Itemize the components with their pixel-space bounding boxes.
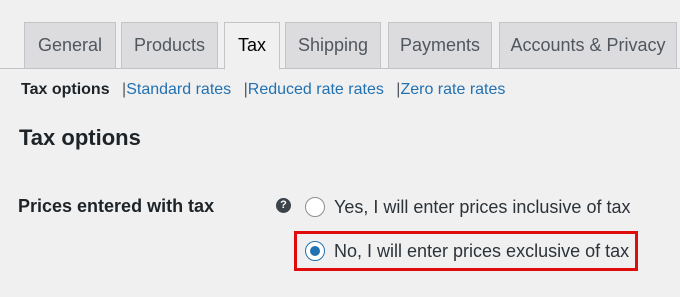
tab-tax[interactable]: Tax: [224, 22, 280, 70]
subnav-current-tax-options: Tax options: [21, 81, 110, 98]
tab-payments[interactable]: Payments: [388, 22, 492, 68]
tab-products[interactable]: Products: [121, 22, 218, 68]
tab-shipping[interactable]: Shipping: [285, 22, 381, 68]
radio-button-inclusive[interactable]: [305, 197, 325, 217]
radio-label-inclusive[interactable]: Yes, I will enter prices inclusive of ta…: [334, 196, 630, 218]
settings-tab-bar: General Products Tax Shipping Payments A…: [0, 0, 680, 70]
section-title: Tax options: [19, 125, 141, 150]
highlight-annotation-box: [294, 231, 638, 271]
subnav-link-reduced-rate-rates[interactable]: Reduced rate rates: [248, 81, 384, 98]
tab-general[interactable]: General: [24, 22, 116, 68]
question-mark-icon[interactable]: ?: [276, 198, 291, 213]
prices-entered-with-tax-label: Prices entered with tax: [18, 196, 215, 216]
subnav-link-zero-rate-rates[interactable]: Zero rate rates: [400, 81, 505, 98]
tab-accounts-privacy[interactable]: Accounts & Privacy: [499, 22, 677, 68]
subnav-link-standard-rates[interactable]: Standard rates: [126, 81, 231, 98]
tax-subnav: Tax options |Standard rates |Reduced rat…: [21, 80, 505, 100]
